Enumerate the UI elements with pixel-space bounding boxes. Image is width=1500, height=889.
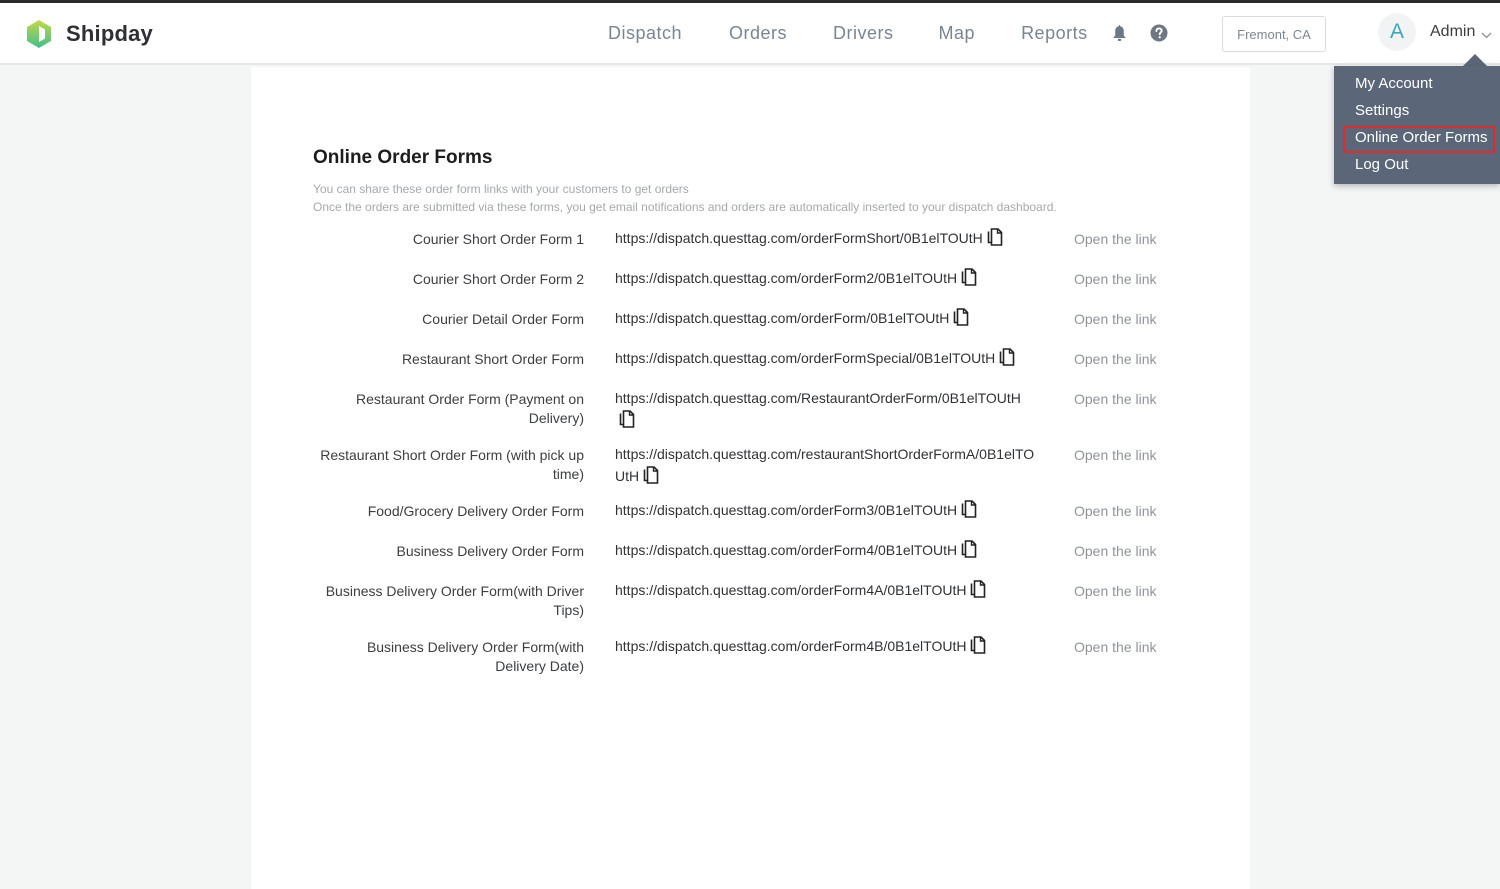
order-form-row: Restaurant Short Order Form (with pick u… (251, 446, 1250, 502)
copy-icon[interactable] (961, 540, 977, 564)
menu-item-log-out[interactable]: Log Out (1355, 156, 1408, 173)
order-form-name: Business Delivery Order Form (396, 543, 585, 559)
open-link[interactable]: Open the link (1074, 502, 1157, 521)
copy-icon[interactable] (961, 268, 977, 292)
description-line-2: Once the orders are submitted via these … (313, 200, 1057, 214)
open-link[interactable]: Open the link (1074, 310, 1157, 329)
order-form-row: Business Delivery Order Form(with Driver… (251, 579, 1250, 638)
order-form-url[interactable]: https://dispatch.questtag.com/orderForm/… (615, 310, 949, 326)
order-form-url[interactable]: https://dispatch.questtag.com/orderForm4… (615, 542, 957, 558)
open-link[interactable]: Open the link (1074, 390, 1157, 409)
open-link[interactable]: Open the link (1074, 270, 1157, 289)
open-link[interactable]: Open the link (1074, 582, 1157, 601)
order-form-url-cell: https://dispatch.questtag.com/restaurant… (615, 443, 1035, 490)
order-form-url-cell: https://dispatch.questtag.com/orderForm2… (615, 267, 1035, 292)
order-form-row: Courier Detail Order Form https://dispatc… (251, 307, 1250, 350)
nav-orders[interactable]: Orders (729, 23, 787, 44)
open-link[interactable]: Open the link (1074, 638, 1157, 657)
shipday-logo-icon (27, 20, 51, 48)
user-dropdown-menu: My Account Settings Online Order Forms L… (1334, 66, 1500, 184)
open-link[interactable]: Open the link (1074, 446, 1157, 465)
order-form-name: Courier Short Order Form 1 (412, 231, 584, 247)
copy-icon[interactable] (970, 636, 986, 660)
help-button[interactable] (1149, 23, 1169, 43)
order-form-url[interactable]: https://dispatch.questtag.com/orderFormS… (615, 230, 983, 246)
menu-item-settings[interactable]: Settings (1355, 102, 1409, 119)
copy-icon[interactable] (953, 308, 969, 332)
order-form-row: Food/Grocery Delivery Order Form https://… (251, 499, 1250, 542)
nav-drivers[interactable]: Drivers (833, 23, 894, 44)
nav-reports[interactable]: Reports (1021, 23, 1088, 44)
chevron-down-icon (1481, 28, 1492, 42)
copy-icon[interactable] (619, 410, 635, 434)
top-navbar: Shipday Dispatch Orders Drivers Map Repo… (0, 3, 1500, 65)
help-icon (1150, 24, 1168, 42)
order-form-url[interactable]: https://dispatch.questtag.com/orderForm3… (615, 502, 957, 518)
order-forms-list: Courier Short Order Form 1 https://dispat… (251, 227, 1250, 694)
order-form-name: Courier Detail Order Form (422, 311, 584, 327)
order-form-url-cell: https://dispatch.questtag.com/orderFormS… (615, 347, 1035, 372)
order-form-url-cell: https://dispatch.questtag.com/orderForm/… (615, 307, 1035, 332)
order-form-row: Business Delivery Order Form(with Delive… (251, 635, 1250, 694)
nav-map[interactable]: Map (939, 23, 976, 44)
order-form-row: Restaurant Order Form (Payment on Delive… (251, 390, 1250, 446)
order-form-url-cell: https://dispatch.questtag.com/orderForm3… (615, 499, 1035, 524)
notifications-button[interactable] (1109, 23, 1129, 43)
order-form-url[interactable]: https://dispatch.questtag.com/orderForm4… (615, 638, 966, 654)
open-link[interactable]: Open the link (1074, 230, 1157, 249)
order-form-url-cell: https://dispatch.questtag.com/orderFormS… (615, 227, 1035, 252)
order-form-url[interactable]: https://dispatch.questtag.com/Restaurant… (615, 390, 1021, 406)
main-nav: Dispatch Orders Drivers Map Reports (608, 3, 1088, 63)
order-form-url[interactable]: https://dispatch.questtag.com/orderForm4… (615, 582, 966, 598)
order-form-url[interactable]: https://dispatch.questtag.com/restaurant… (615, 446, 1034, 484)
main-content: Online Order Forms You can share these o… (251, 67, 1250, 889)
order-form-row: Courier Short Order Form 1 https://dispat… (251, 227, 1250, 270)
order-form-name: Restaurant Short Order Form (401, 351, 584, 367)
open-link[interactable]: Open the link (1074, 542, 1157, 561)
order-form-name: Restaurant Short Order Form (with pick u… (320, 447, 584, 482)
menu-item-my-account[interactable]: My Account (1355, 75, 1433, 92)
order-form-row: Courier Short Order Form 2 https://dispat… (251, 267, 1250, 310)
avatar[interactable]: A (1378, 13, 1416, 51)
order-form-name: Courier Short Order Form 2 (412, 271, 584, 287)
order-form-url-cell: https://dispatch.questtag.com/Restaurant… (615, 387, 1035, 434)
open-link[interactable]: Open the link (1074, 350, 1157, 369)
copy-icon[interactable] (999, 348, 1015, 372)
location-selector[interactable]: Fremont, CA (1222, 16, 1326, 52)
user-name: Admin (1430, 23, 1476, 40)
page-title: Online Order Forms (313, 147, 493, 168)
order-form-url-cell: https://dispatch.questtag.com/orderForm4… (615, 539, 1035, 564)
order-form-url-cell: https://dispatch.questtag.com/orderForm4… (615, 579, 1035, 604)
copy-icon[interactable] (987, 228, 1003, 252)
copy-icon[interactable] (970, 580, 986, 604)
order-form-url[interactable]: https://dispatch.questtag.com/orderFormS… (615, 350, 995, 366)
order-form-name: Business Delivery Order Form(with Driver… (325, 583, 584, 618)
copy-icon[interactable] (961, 500, 977, 524)
order-form-url[interactable]: https://dispatch.questtag.com/orderForm2… (615, 270, 957, 286)
nav-dispatch[interactable]: Dispatch (608, 23, 682, 44)
brand[interactable]: Shipday (26, 19, 153, 49)
order-form-name: Food/Grocery Delivery Order Form (367, 503, 584, 519)
bell-icon (1112, 24, 1126, 41)
order-form-row: Business Delivery Order Form https://disp… (251, 539, 1250, 582)
order-form-url-cell: https://dispatch.questtag.com/orderForm4… (615, 635, 1035, 660)
highlight-annotation (1343, 126, 1495, 153)
copy-icon[interactable] (643, 466, 659, 490)
brand-name: Shipday (66, 21, 153, 46)
description-line-1: You can share these order form links wit… (313, 182, 689, 196)
page-description: You can share these order form links wit… (313, 180, 1057, 216)
user-menu-toggle[interactable]: Admin (1430, 22, 1492, 42)
order-form-name: Business Delivery Order Form(with Delive… (366, 639, 584, 674)
order-form-row: Restaurant Short Order Form https://dispa… (251, 347, 1250, 390)
order-form-name: Restaurant Order Form (Payment on Delive… (356, 391, 584, 426)
